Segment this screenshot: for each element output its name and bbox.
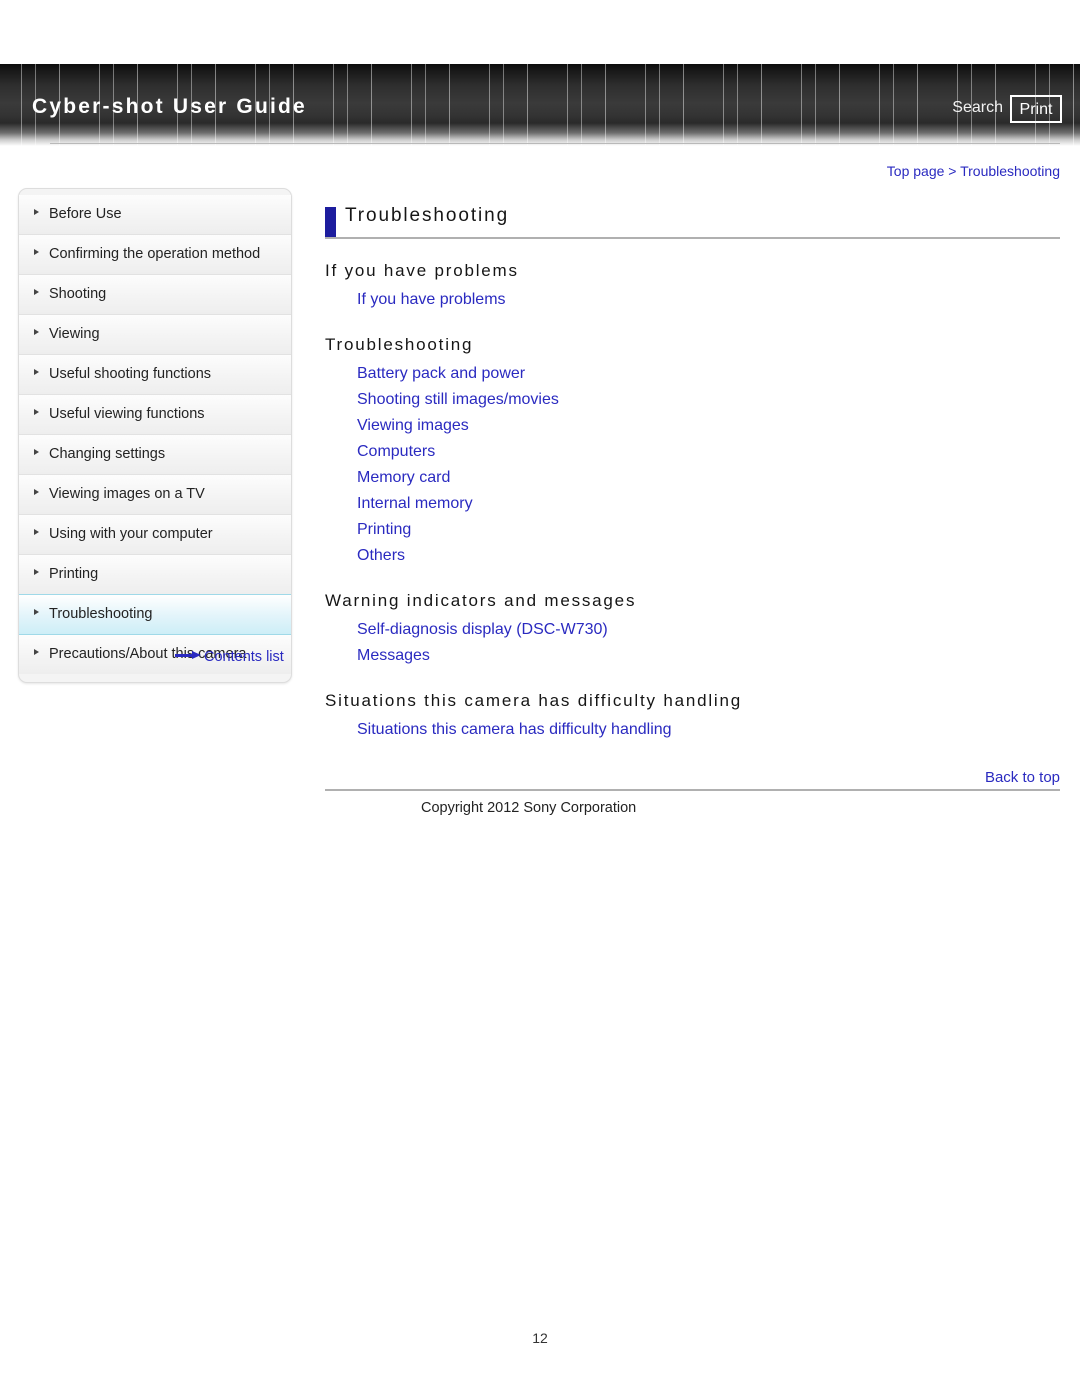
sidebar-item-label: Troubleshooting [49,606,153,622]
content-link[interactable]: Others [357,543,1060,569]
content-link[interactable]: Computers [357,439,1060,465]
sidebar-item-label: Using with your computer [49,526,213,542]
triangle-bullet-icon [34,649,39,655]
content-link[interactable]: Situations this camera has difficulty ha… [357,717,1060,743]
sidebar-item-label: Viewing [49,326,100,342]
content-link[interactable]: Battery pack and power [357,361,1060,387]
triangle-bullet-icon [34,369,39,375]
sidebar-item-useful-viewing-functions[interactable]: Useful viewing functions [19,395,291,435]
sidebar-item-label: Useful shooting functions [49,366,212,382]
sidebar-item-useful-shooting-functions[interactable]: Useful shooting functions [19,355,291,395]
copyright-text: Copyright 2012 Sony Corporation [421,800,637,816]
content-link[interactable]: Self-diagnosis display (DSC-W730) [357,617,1060,643]
section-heading: If you have problems [325,261,519,280]
search-link[interactable]: Search [952,99,1003,117]
sidebar-navigation: Before Use Confirming the operation metho… [18,188,292,683]
content-link[interactable]: Viewing images [357,413,1060,439]
sidebar-item-shooting[interactable]: Shooting [19,275,291,315]
sidebar-item-label: Viewing images on a TV [49,486,205,502]
triangle-bullet-icon [34,329,39,335]
sidebar-item-before-use[interactable]: Before Use [19,195,291,235]
sidebar-item-viewing-images-on-a-tv[interactable]: Viewing images on a TV [19,475,291,515]
header-divider [50,143,1060,144]
sidebar-item-viewing[interactable]: Viewing [19,315,291,355]
content-link[interactable]: Shooting still images/movies [357,387,1060,413]
triangle-bullet-icon [34,529,39,535]
sidebar-item-troubleshooting[interactable]: Troubleshooting [19,594,291,635]
section-heading: Warning indicators and messages [325,591,637,610]
main-content: Troubleshooting If you have problems If y… [325,205,1060,816]
sidebar-item-label: Useful viewing functions [49,406,205,422]
footer-divider [325,789,1060,791]
triangle-bullet-icon [34,569,39,575]
sidebar-item-label: Shooting [49,286,107,302]
content-link[interactable]: Printing [357,517,1060,543]
back-to-top-link[interactable]: Back to top [325,769,1060,786]
site-brand-title: Cyber-shot User Guide [32,95,307,118]
print-button[interactable]: Print [1010,95,1062,123]
contents-list-link[interactable]: Contents list [175,649,284,665]
right-arrow-icon [175,651,201,659]
triangle-bullet-icon [34,409,39,415]
triangle-bullet-icon [34,209,39,215]
page-title: Troubleshooting [345,205,510,226]
contents-list-label: Contents list [204,649,284,665]
page-title-container: Troubleshooting [325,205,1060,239]
sidebar-item-using-with-your-computer[interactable]: Using with your computer [19,515,291,555]
triangle-bullet-icon [34,249,39,255]
section-heading: Situations this camera has difficulty ha… [325,691,743,710]
triangle-bullet-icon [34,609,39,615]
sidebar-item-confirming-the-operation-method[interactable]: Confirming the operation method [19,235,291,275]
sidebar-item-label: Printing [49,566,99,582]
section-heading: Troubleshooting [325,335,474,354]
triangle-bullet-icon [34,489,39,495]
breadcrumb[interactable]: Top page > Troubleshooting [887,163,1060,179]
sidebar-item-label: Confirming the operation method [49,246,261,262]
sidebar-item-label: Before Use [49,206,122,222]
content-link[interactable]: Messages [357,643,1060,669]
sidebar-item-label: Changing settings [49,446,166,462]
content-link[interactable]: Memory card [357,465,1060,491]
page-number: 12 [532,1330,548,1346]
triangle-bullet-icon [34,289,39,295]
triangle-bullet-icon [34,449,39,455]
content-link[interactable]: Internal memory [357,491,1060,517]
content-link[interactable]: If you have problems [357,287,1060,313]
sidebar-item-printing[interactable]: Printing [19,555,291,595]
section-list: If you have problems If you have problems… [325,261,1060,743]
sidebar-item-changing-settings[interactable]: Changing settings [19,435,291,475]
